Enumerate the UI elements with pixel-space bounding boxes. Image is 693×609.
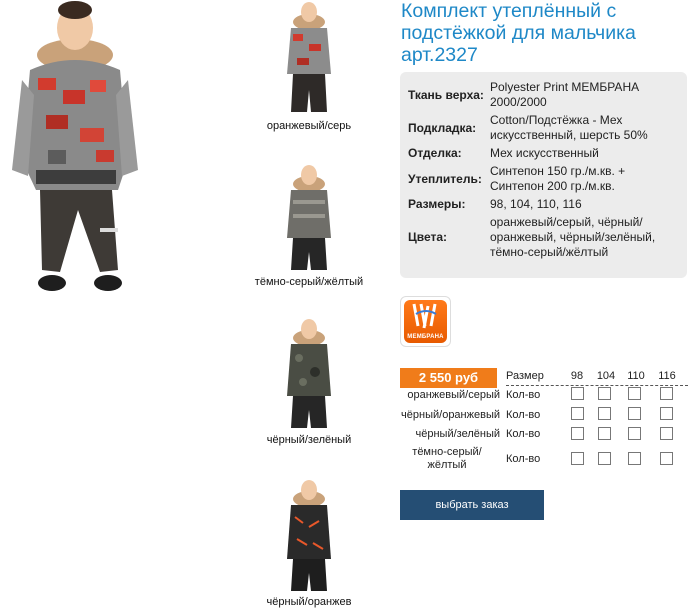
thumbnail-image — [287, 480, 331, 591]
thumbnail-black-orange[interactable]: чёрный/оранжев — [254, 477, 364, 609]
qty-checkbox[interactable] — [571, 452, 584, 465]
thumbnail-image — [287, 2, 331, 112]
spec-value: Polyester Print МЕМБРАНА 2000/2000 — [490, 80, 640, 109]
spec-box: Ткань верха: Polyester Print МЕМБРАНА 20… — [400, 72, 687, 278]
spec-table: Ткань верха: Polyester Print МЕМБРАНА 20… — [408, 80, 680, 263]
main-product-photo[interactable] — [8, 0, 138, 300]
spec-row: Цвета: оранжевый/серый, чёрный/оранжевый… — [408, 215, 680, 263]
qty-checkbox[interactable] — [660, 387, 673, 400]
qty-checkbox[interactable] — [571, 387, 584, 400]
thumbnail-image — [287, 165, 331, 270]
select-order-button[interactable]: выбрать заказ — [400, 490, 544, 520]
qty-checkbox[interactable] — [628, 427, 641, 440]
qty-checkbox[interactable] — [571, 427, 584, 440]
thumbnail-caption: тёмно-серый/жёлтый — [254, 276, 364, 288]
qty-checkbox[interactable] — [571, 407, 584, 420]
spec-row: Отделка: Мех искусственный — [408, 146, 680, 164]
qty-checkbox[interactable] — [660, 427, 673, 440]
order-row-color: чёрный/зелёный — [415, 428, 500, 440]
membrana-icon: МЕМБРАНА — [404, 300, 447, 343]
size-header-label: Размер — [506, 370, 544, 382]
qty-checkbox[interactable] — [598, 427, 611, 440]
spec-label: Утеплитель: — [408, 171, 482, 186]
spec-value: Синтепон 150 гр./м.кв. + Синтепон 200 гр… — [490, 164, 626, 193]
membrana-graphic-icon — [412, 303, 437, 329]
membrana-label: МЕМБРАНА — [407, 334, 444, 340]
spec-label: Цвета: — [408, 230, 448, 244]
spec-row: Ткань верха: Polyester Print МЕМБРАНА 20… — [408, 80, 680, 113]
thumbnail-orange-grey[interactable]: оранжевый/серь — [254, 0, 364, 133]
spec-label: Размеры: — [408, 197, 466, 211]
spec-row: Утеплитель: Синтепон 150 гр./м.кв. + Син… — [408, 164, 680, 197]
thumbnail-image — [287, 319, 331, 428]
qty-checkbox[interactable] — [628, 452, 641, 465]
order-row-qty-label: Кол-во — [506, 453, 541, 465]
order-row-qty-label: Кол-во — [506, 428, 541, 440]
qty-checkbox[interactable] — [628, 407, 641, 420]
order-row-color: тёмно-серый/жёлтый — [412, 446, 482, 471]
spec-label: Отделка: — [408, 146, 462, 160]
spec-value: Cotton/Подстёжка - Мех искусственный, ше… — [490, 113, 648, 142]
order-row-color: оранжевый/серый — [407, 389, 500, 401]
order-row-color: чёрный/оранжевый — [401, 409, 500, 421]
qty-checkbox[interactable] — [660, 407, 673, 420]
size-header-104: 104 — [596, 370, 616, 382]
thumbnail-caption: чёрный/оранжев — [266, 596, 352, 608]
qty-checkbox[interactable] — [598, 387, 611, 400]
spec-value: Мех искусственный — [490, 146, 599, 160]
thumbnail-black-green[interactable]: чёрный/зелёный — [254, 316, 364, 447]
price-tag: 2 550 руб — [400, 368, 497, 388]
size-header-98: 98 — [570, 370, 584, 382]
size-header-110: 110 — [627, 370, 645, 382]
thumbnail-caption: оранжевый/серь — [266, 120, 352, 132]
qty-checkbox[interactable] — [660, 452, 673, 465]
order-row-qty-label: Кол-во — [506, 389, 541, 401]
header-divider — [506, 385, 688, 386]
spec-row: Размеры: 98, 104, 110, 116 — [408, 197, 680, 215]
product-title: Комплект утеплённый с подстёжкой для мал… — [401, 0, 636, 66]
thumbnail-caption: чёрный/зелёный — [266, 434, 352, 446]
spec-label: Подкладка: — [408, 120, 477, 135]
qty-checkbox[interactable] — [628, 387, 641, 400]
spec-value: оранжевый/серый, чёрный/оранжевый, чёрны… — [490, 215, 656, 259]
membrana-badge: МЕМБРАНА — [400, 296, 451, 347]
size-header-116: 116 — [658, 370, 676, 382]
spec-label: Ткань верха: — [408, 87, 484, 102]
order-row-qty-label: Кол-во — [506, 409, 541, 421]
thumbnail-darkgrey-yellow[interactable]: тёмно-серый/жёлтый — [254, 162, 364, 289]
qty-checkbox[interactable] — [598, 452, 611, 465]
spec-value: 98, 104, 110, 116 — [490, 197, 582, 211]
qty-checkbox[interactable] — [598, 407, 611, 420]
spec-row: Подкладка: Cotton/Подстёжка - Мех искусс… — [408, 113, 680, 146]
